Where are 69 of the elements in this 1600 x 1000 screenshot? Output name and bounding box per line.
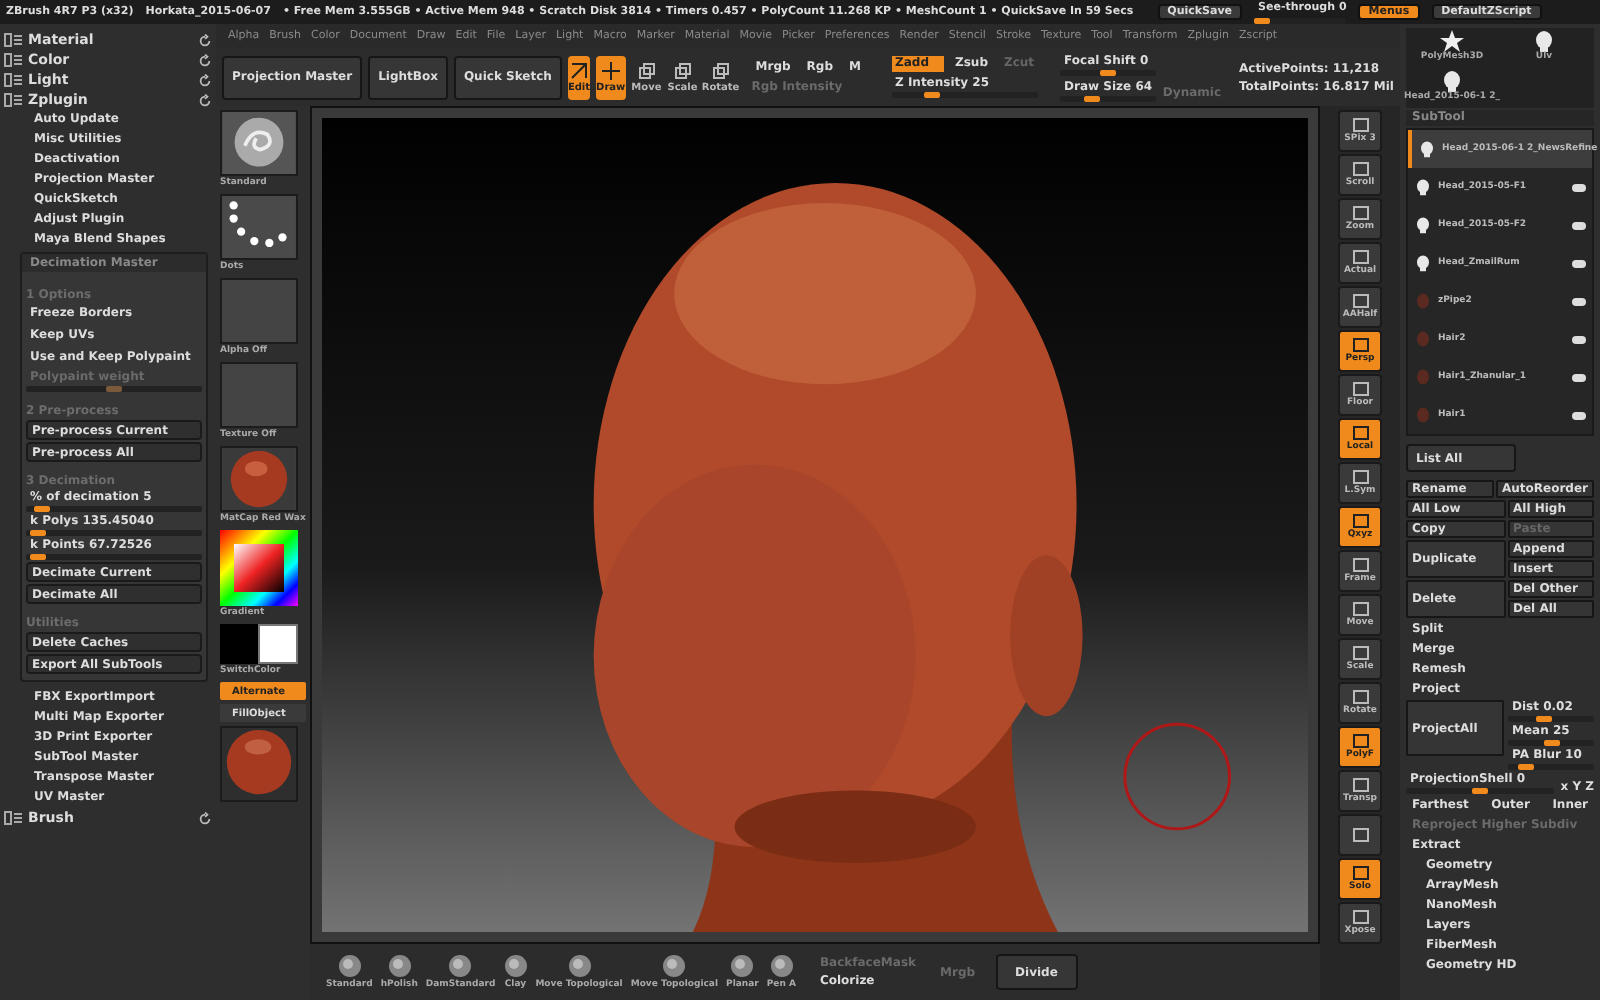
brush-icon: [567, 954, 592, 978]
square-icon: [1351, 250, 1369, 264]
square-icon: [1351, 338, 1369, 352]
square-icon: [1351, 426, 1369, 440]
empty-thumbnail[interactable]: [220, 362, 298, 428]
hair-icon: [1414, 404, 1432, 426]
hair-icon: [1414, 366, 1432, 388]
slider-thumb[interactable]: [29, 530, 46, 536]
brush-icon: [387, 954, 412, 978]
refresh-icon[interactable]: [198, 811, 212, 825]
square-icon: [1351, 162, 1369, 176]
refresh-icon[interactable]: [198, 33, 212, 47]
palette-icon: [4, 810, 22, 826]
slider-thumb[interactable]: [29, 554, 46, 560]
brush-icon: [337, 954, 362, 978]
palette-icon: [4, 92, 22, 108]
stroke-thumbnail[interactable]: [220, 194, 298, 260]
square-icon: [1351, 828, 1369, 842]
tool-icon: [601, 61, 620, 79]
slider-thumb[interactable]: [1472, 788, 1489, 794]
head-icon: [1418, 138, 1436, 160]
slider-thumb[interactable]: [34, 506, 50, 512]
refresh-icon[interactable]: [198, 93, 212, 107]
tool-icon: [569, 61, 588, 79]
brush-icon: [448, 954, 473, 978]
hair-icon: [1414, 290, 1432, 312]
slider-thumb[interactable]: [1084, 95, 1101, 101]
material-thumbnail[interactable]: [220, 446, 298, 512]
brush-icon: [730, 954, 755, 978]
head-icon[interactable]: [1532, 30, 1556, 52]
square-icon: [1351, 910, 1369, 924]
square-icon: [1351, 734, 1369, 748]
palette-icon: [4, 52, 22, 68]
square-icon: [1351, 514, 1369, 528]
color-picker[interactable]: [220, 530, 298, 606]
slider-thumb[interactable]: [1543, 740, 1559, 746]
square-icon: [1351, 866, 1369, 880]
brush-icon: [769, 954, 794, 978]
color-swatches[interactable]: [220, 624, 298, 664]
empty-thumbnail[interactable]: [220, 278, 298, 344]
slider-thumb[interactable]: [1536, 716, 1552, 722]
square-icon: [1351, 118, 1369, 132]
head-icon: [1414, 252, 1432, 274]
palette-icon: [4, 72, 22, 88]
head-icon: [1414, 214, 1432, 236]
square-icon: [1351, 382, 1369, 396]
palette-icon: [4, 32, 22, 48]
square-icon: [1351, 646, 1369, 660]
brush-thumbnail[interactable]: [220, 110, 298, 176]
head-icon: [1414, 176, 1432, 198]
square-icon: [1351, 690, 1369, 704]
square-icon: [1351, 558, 1369, 572]
slider-thumb[interactable]: [1100, 69, 1117, 75]
square-icon: [1351, 294, 1369, 308]
head-icon[interactable]: [1440, 70, 1464, 92]
refresh-icon[interactable]: [198, 53, 212, 67]
brush-icon: [503, 954, 528, 978]
square-icon: [1351, 206, 1369, 220]
view-button[interactable]: [1338, 814, 1382, 856]
hair-icon: [1414, 328, 1432, 350]
slider-thumb[interactable]: [1518, 764, 1535, 770]
square-icon: [1351, 470, 1369, 484]
square-icon: [1351, 778, 1369, 792]
refresh-icon[interactable]: [198, 73, 212, 87]
brush-icon: [662, 954, 687, 978]
slider-thumb[interactable]: [923, 92, 940, 98]
slider-thumb[interactable]: [1254, 17, 1271, 23]
star-icon[interactable]: [1440, 30, 1464, 52]
square-icon: [1351, 602, 1369, 616]
